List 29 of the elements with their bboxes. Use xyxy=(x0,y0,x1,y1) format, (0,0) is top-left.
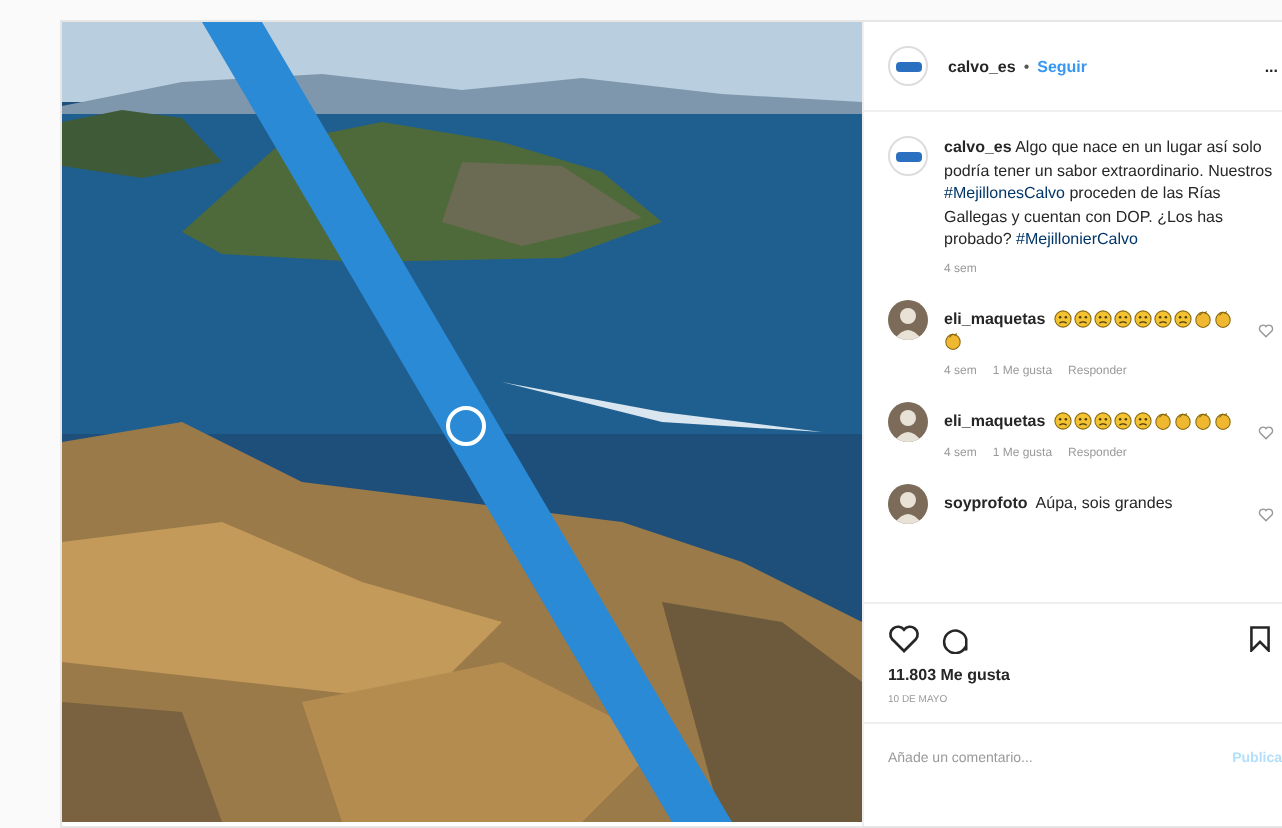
face-emoji-icon xyxy=(1093,309,1112,327)
face-emoji-icon xyxy=(1113,411,1132,429)
face-emoji-icon xyxy=(1053,309,1072,327)
heart-icon[interactable] xyxy=(888,624,920,654)
avatar[interactable] xyxy=(888,299,928,339)
face-emoji-icon xyxy=(1173,309,1192,327)
face-emoji-icon xyxy=(1133,411,1152,429)
face-emoji-icon xyxy=(1073,411,1092,429)
comment-username[interactable]: eli_maquetas xyxy=(944,409,1046,431)
separator-dot: • xyxy=(1023,57,1030,75)
avatar[interactable] xyxy=(888,46,928,86)
face-emoji-icon xyxy=(1093,411,1112,429)
comment-text: Aúpa, sois grandes xyxy=(1035,491,1173,513)
face-emoji-icon xyxy=(1073,309,1092,327)
bookmark-icon[interactable] xyxy=(1250,626,1270,652)
avatar[interactable] xyxy=(888,136,928,176)
more-button[interactable]: ... xyxy=(1264,57,1278,75)
avatar[interactable] xyxy=(888,401,928,441)
face-emoji-icon xyxy=(1153,309,1172,327)
comment-icon[interactable] xyxy=(940,624,970,654)
username[interactable]: calvo_es xyxy=(948,57,1016,75)
like-count[interactable]: 11.803 Me gusta xyxy=(864,662,1282,688)
comment-username[interactable]: eli_maquetas xyxy=(944,307,1046,329)
face-emoji-icon xyxy=(1133,309,1152,327)
avatar[interactable] xyxy=(888,483,928,523)
caption-text: calvo_es Algo que nace en un lugar así solo podría tener un sabor extraordinario. Nuestros #MejillonesCalvo proceden de las Rías Gallegas y cuentan con DOP. ¿Los has probado? #MejillonierCalvo xyxy=(944,136,1274,251)
face-emoji-icon xyxy=(1053,411,1072,429)
face-emoji-icon xyxy=(1113,309,1132,327)
comment-username[interactable]: soyprofoto xyxy=(944,491,1028,513)
